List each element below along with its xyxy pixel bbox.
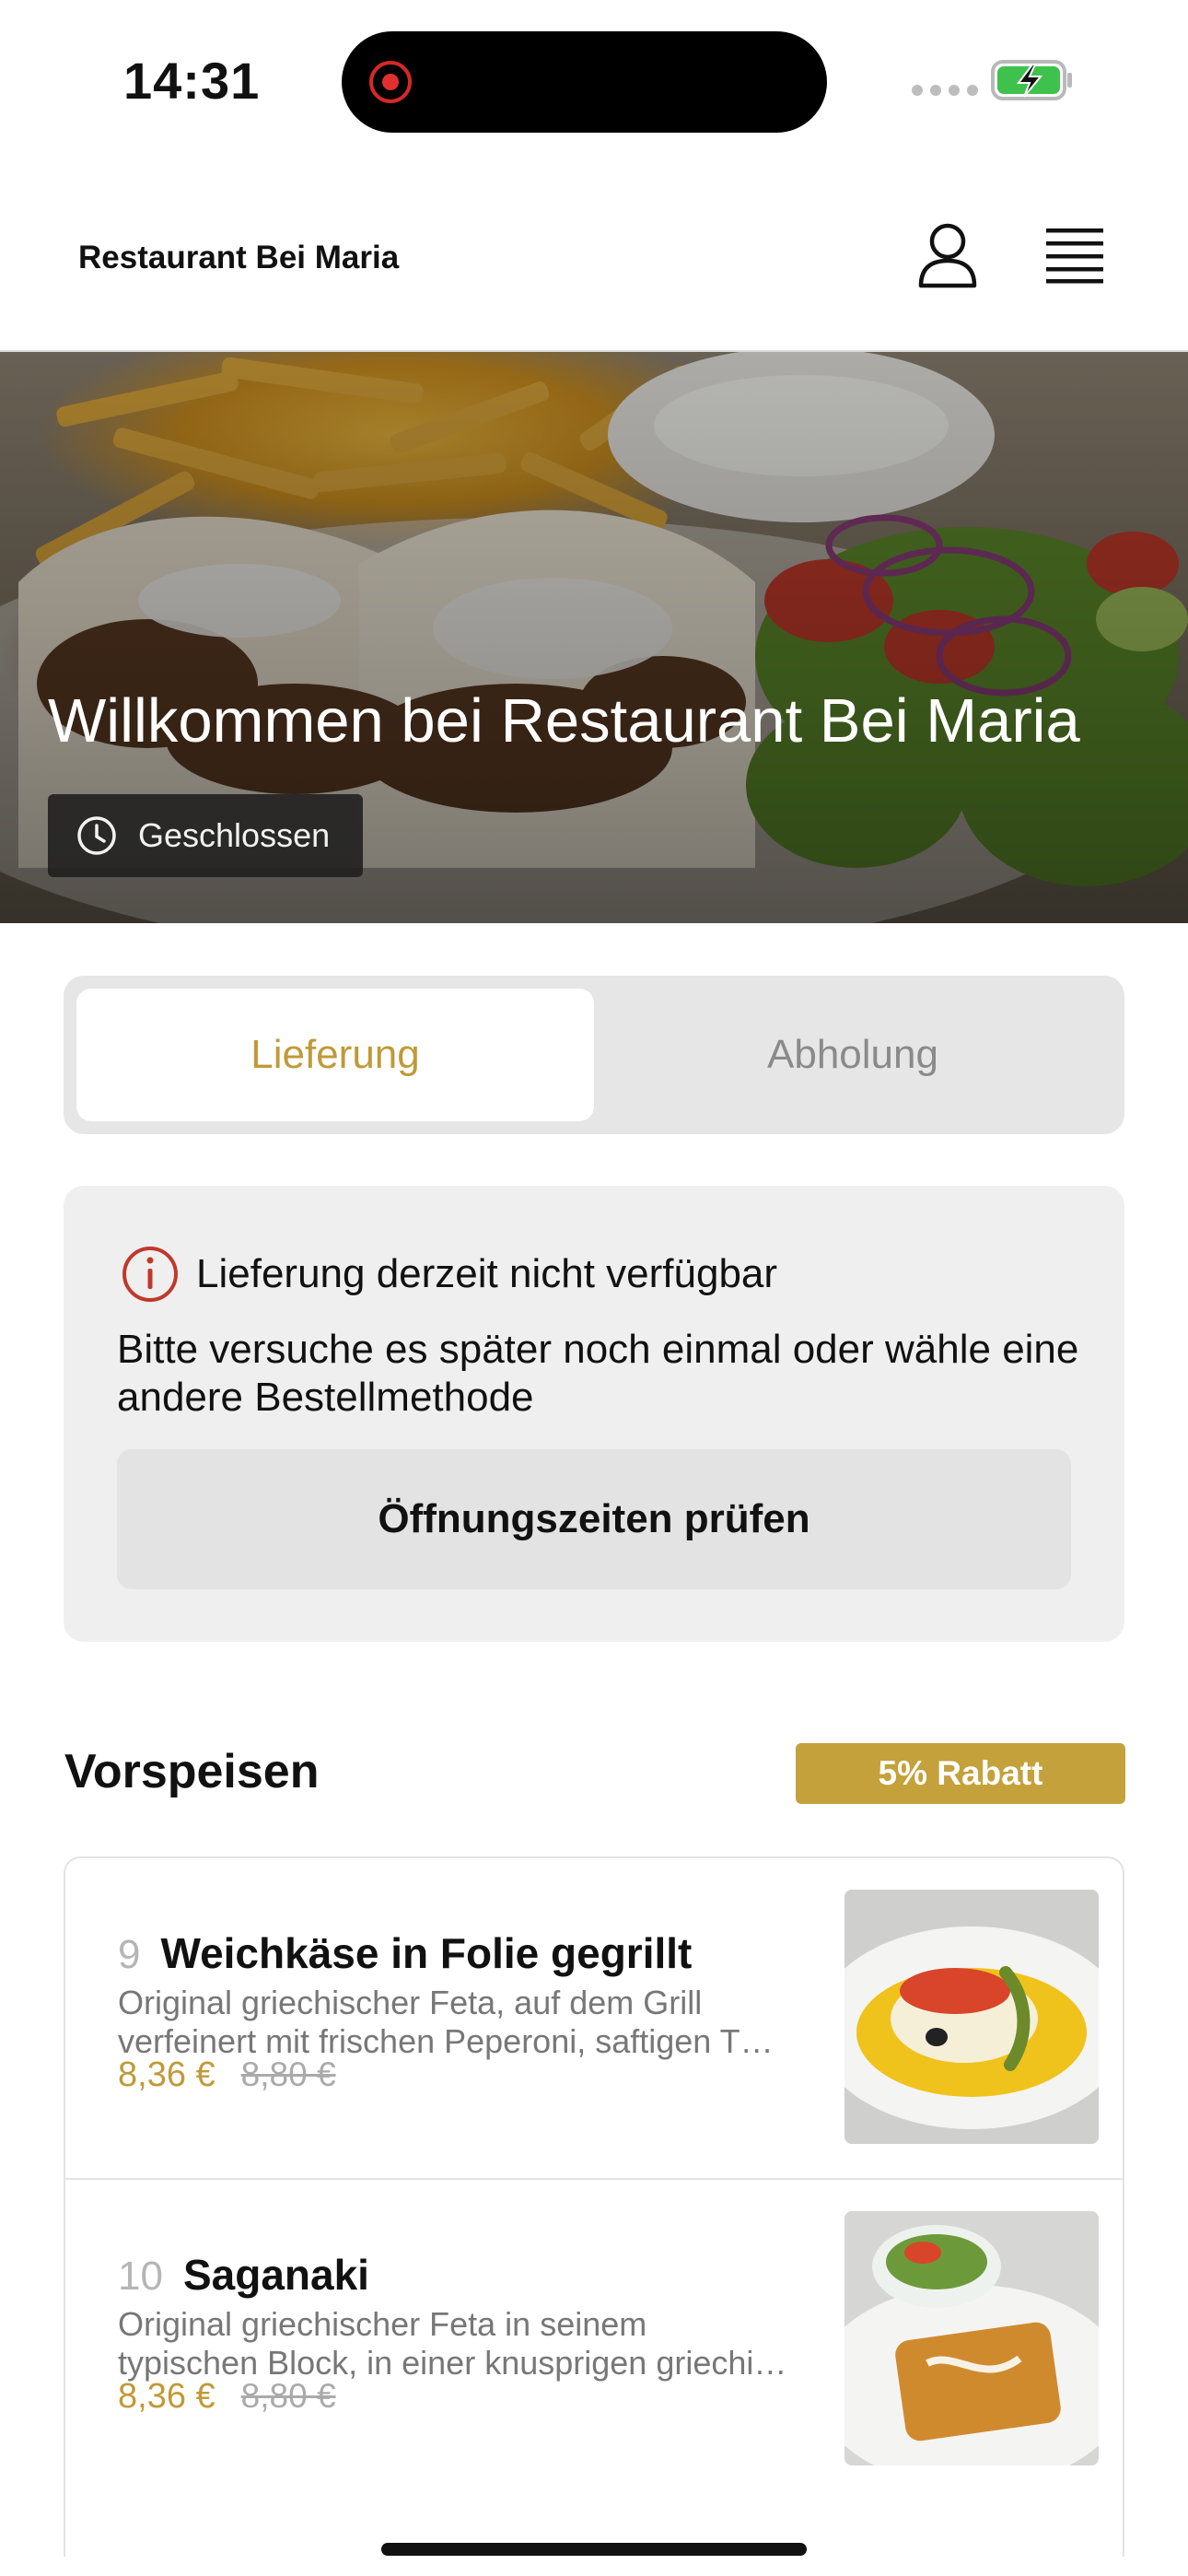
battery-charging-icon <box>991 60 1072 100</box>
menu-item-prices: 8,36 € 8,80 € <box>118 2377 336 2417</box>
discount-badge: 5% Rabatt <box>796 1743 1125 1804</box>
home-indicator <box>381 2543 807 2556</box>
tab-delivery[interactable]: Lieferung <box>76 989 594 1121</box>
opening-status-badge[interactable]: Geschlossen <box>48 794 364 877</box>
category-title: Vorspeisen <box>64 1745 320 1798</box>
info-alert-icon <box>122 1247 178 1302</box>
menu-item-number: 10 <box>118 2254 163 2299</box>
tab-pickup[interactable]: Abholung <box>594 989 1112 1121</box>
menu-item-number: 9 <box>118 1932 141 1977</box>
notice-title: Lieferung derzeit nicht verfügbar <box>196 1251 778 1296</box>
hero-banner: Willkommen bei Restaurant Bei Maria Gesc… <box>0 352 1188 923</box>
menu-item-price: 8,36 € <box>118 2055 215 2094</box>
app-header: Restaurant Bei Maria <box>0 157 1188 352</box>
delivery-unavailable-notice: Lieferung derzeit nicht verfügbar Bitte … <box>64 1186 1124 1642</box>
menu-item[interactable]: 10 Saganaki Original griechischer Feta i… <box>65 2178 1123 2498</box>
dynamic-island <box>342 31 827 133</box>
status-time: 14:31 <box>123 52 261 110</box>
notice-message: Bitte versuche es später noch einmal ode… <box>117 1327 1079 1420</box>
status-bar: 14:31 <box>0 0 1188 157</box>
menu-item[interactable]: 9 Weichkäse in Folie gegrillt Original g… <box>65 1858 1123 2178</box>
screen-recording-icon <box>369 61 412 103</box>
hero-title: Willkommen bei Restaurant Bei Maria <box>48 686 1080 755</box>
notice-header: Lieferung derzeit nicht verfügbar <box>121 1245 777 1304</box>
clock-icon <box>77 816 116 855</box>
brand-name[interactable]: Restaurant Bei Maria <box>78 240 399 276</box>
account-icon[interactable] <box>914 221 982 289</box>
menu-item-prices: 8,36 € 8,80 € <box>118 2055 336 2095</box>
menu-item-image <box>844 2211 1099 2465</box>
menu-item-header: 9 Weichkäse in Folie gegrillt <box>118 1928 692 1978</box>
cellular-signal-icon <box>912 85 978 96</box>
menu-item-old-price: 8,80 € <box>240 2377 336 2415</box>
menu-item-description: Original griechischer Feta, auf dem Gril… <box>118 1984 774 2060</box>
menu-item-description: Original griechischer Feta in seinem typ… <box>118 2305 787 2382</box>
menu-item-old-price: 8,80 € <box>240 2055 336 2093</box>
menu-item-price: 8,36 € <box>118 2377 215 2416</box>
menu-icon[interactable] <box>1041 223 1109 286</box>
menu-item-image <box>844 1890 1099 2144</box>
menu-item-list: 9 Weichkäse in Folie gegrillt Original g… <box>64 1856 1124 2557</box>
opening-status-text: Geschlossen <box>138 816 331 854</box>
menu-item-header: 10 Saganaki <box>118 2250 369 2300</box>
menu-item-name: Weichkäse in Folie gegrillt <box>160 1929 693 1977</box>
order-mode-toggle: Lieferung Abholung <box>64 976 1124 1134</box>
menu-item-name: Saganaki <box>182 2251 369 2299</box>
check-opening-hours-button[interactable]: Öffnungszeiten prüfen <box>117 1449 1071 1589</box>
